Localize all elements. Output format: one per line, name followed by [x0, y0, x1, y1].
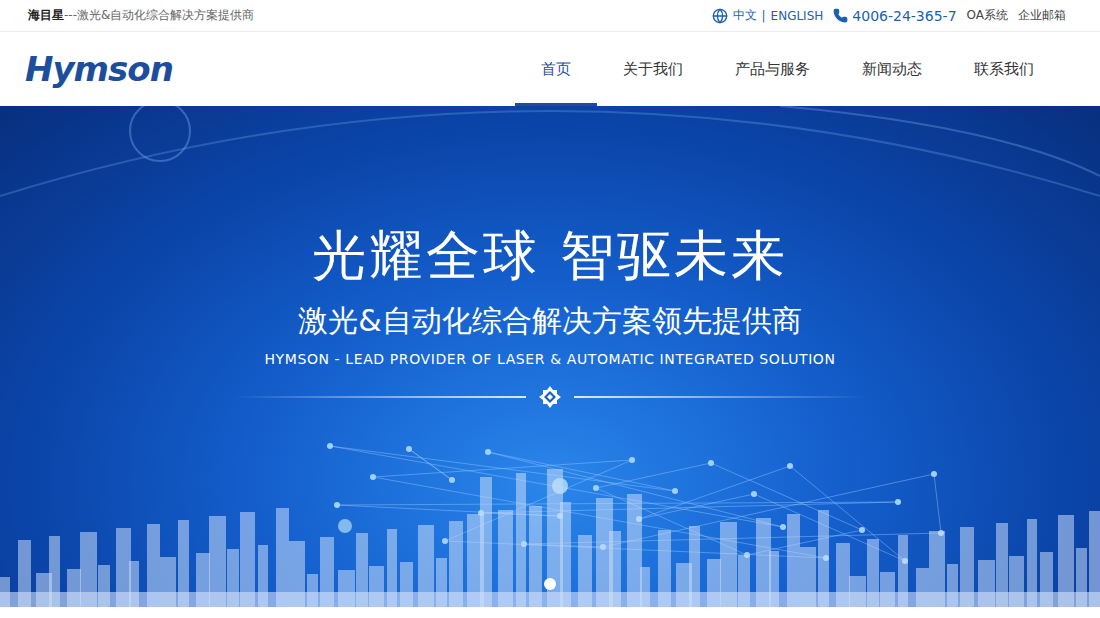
banner-subtitle: 激光&自动化综合解决方案领先提供商	[298, 303, 801, 339]
nav-item[interactable]: 联系我们	[948, 32, 1060, 106]
phone-icon	[833, 8, 848, 23]
globe-icon	[712, 8, 728, 24]
hymson-logo[interactable]: Hymson	[25, 32, 173, 106]
site-tagline: 海目星---激光&自动化综合解决方案提供商	[28, 7, 254, 24]
phone: 4006-24-365-7	[833, 8, 956, 24]
banner-title: 光耀全球 智驱未来	[312, 224, 788, 289]
home-page: 海目星---激光&自动化综合解决方案提供商 中文 | ENGLISH 4006-24-3…	[0, 0, 1100, 618]
main-nav: 首页关于我们产品与服务新闻动态联系我们	[515, 32, 1060, 106]
language-switch: 中文 | ENGLISH	[712, 7, 824, 24]
carousel-dots	[0, 578, 1100, 590]
nav-item[interactable]: 关于我们	[597, 32, 709, 106]
language-link[interactable]: ENGLISH	[771, 9, 824, 23]
banner-english: HYMSON - LEAD PROVIDER OF LASER & AUTOMA…	[264, 351, 835, 367]
nav-item[interactable]: 首页	[515, 32, 597, 106]
language-separator: |	[762, 9, 766, 23]
nav-item[interactable]: 新闻动态	[836, 32, 948, 106]
nav-item[interactable]: 产品与服务	[709, 32, 836, 106]
phone-number: 4006-24-365-7	[852, 8, 956, 24]
brand-name: 海目星	[28, 8, 64, 22]
banner-divider	[234, 385, 866, 409]
language-link[interactable]: 中文	[733, 7, 757, 24]
header: Hymson 首页关于我们产品与服务新闻动态联系我们	[0, 32, 1100, 106]
top-bar: 海目星---激光&自动化综合解决方案提供商 中文 | ENGLISH 4006-24-3…	[0, 0, 1100, 32]
top-link[interactable]: 企业邮箱	[1018, 7, 1066, 24]
carousel-dot[interactable]	[544, 578, 556, 590]
top-links: 中文 | ENGLISH 4006-24-365-7 OA系统企业邮箱	[712, 7, 1066, 24]
hero-banner: 光耀全球 智驱未来激光&自动化综合解决方案领先提供商 HYMSON - LEAD …	[0, 106, 1100, 607]
top-link[interactable]: OA系统	[967, 7, 1008, 24]
emblem-icon	[538, 385, 562, 409]
